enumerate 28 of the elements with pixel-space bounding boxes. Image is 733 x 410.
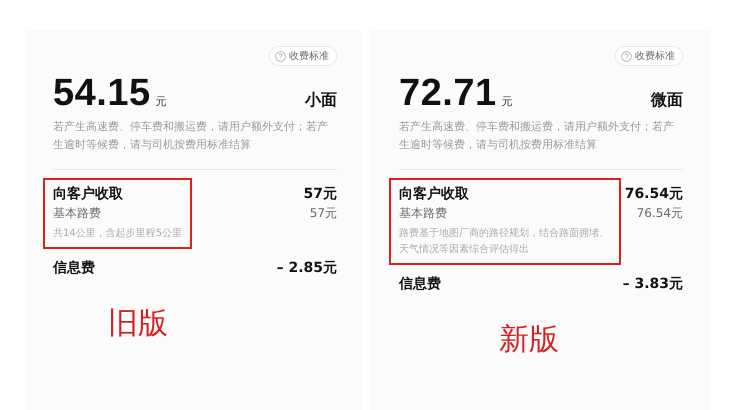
fee-detail: 路费基于地图厂商的路径规划，结合路面拥堵、天气情况等因素综合评估得出 bbox=[399, 226, 610, 258]
fee-detail: 共14公里，含起步里程5公里 bbox=[53, 226, 182, 242]
fee-standard-button[interactable]: 收费标准 bbox=[615, 46, 683, 66]
price-unit: 元 bbox=[156, 94, 167, 109]
fee-item-amount: 76.54元 bbox=[636, 205, 683, 222]
version-label: 旧版 bbox=[108, 306, 168, 342]
vehicle-type: 微面 bbox=[651, 90, 683, 111]
vehicle-type: 小面 bbox=[305, 90, 337, 111]
fee-note: 若产生高速费、停车费和搬运费，请用户额外支付；若产生逾时等候费，请与司机按费用标准结算 bbox=[399, 119, 675, 153]
fee-note: 若产生高速费、停车费和搬运费，请用户额外支付；若产生逾时等候费，请与司机按费用标准结算 bbox=[53, 119, 329, 153]
charge-title: 向客户收取 bbox=[53, 185, 124, 204]
version-label: 新版 bbox=[499, 322, 559, 358]
fee-standard-button[interactable]: 收费标准 bbox=[269, 46, 337, 66]
fee-item-label: 基本路费 bbox=[53, 205, 102, 222]
info-fee-amount: – 3.83元 bbox=[622, 275, 683, 294]
fee-item-label: 基本路费 bbox=[399, 205, 448, 222]
charge-amount: 76.54元 bbox=[624, 185, 683, 204]
info-fee-label: 信息费 bbox=[53, 259, 95, 278]
info-fee-amount: – 2.85元 bbox=[276, 259, 337, 278]
help-icon bbox=[621, 50, 632, 62]
fee-item-amount: 57元 bbox=[310, 205, 337, 222]
help-icon bbox=[275, 50, 286, 62]
info-fee-label: 信息费 bbox=[399, 275, 441, 294]
price-unit: 元 bbox=[502, 94, 513, 109]
charge-amount: 57元 bbox=[304, 185, 337, 204]
price-amount: 72.71 bbox=[399, 74, 497, 112]
charge-title: 向客户收取 bbox=[399, 185, 470, 204]
price-amount: 54.15 bbox=[53, 74, 151, 112]
